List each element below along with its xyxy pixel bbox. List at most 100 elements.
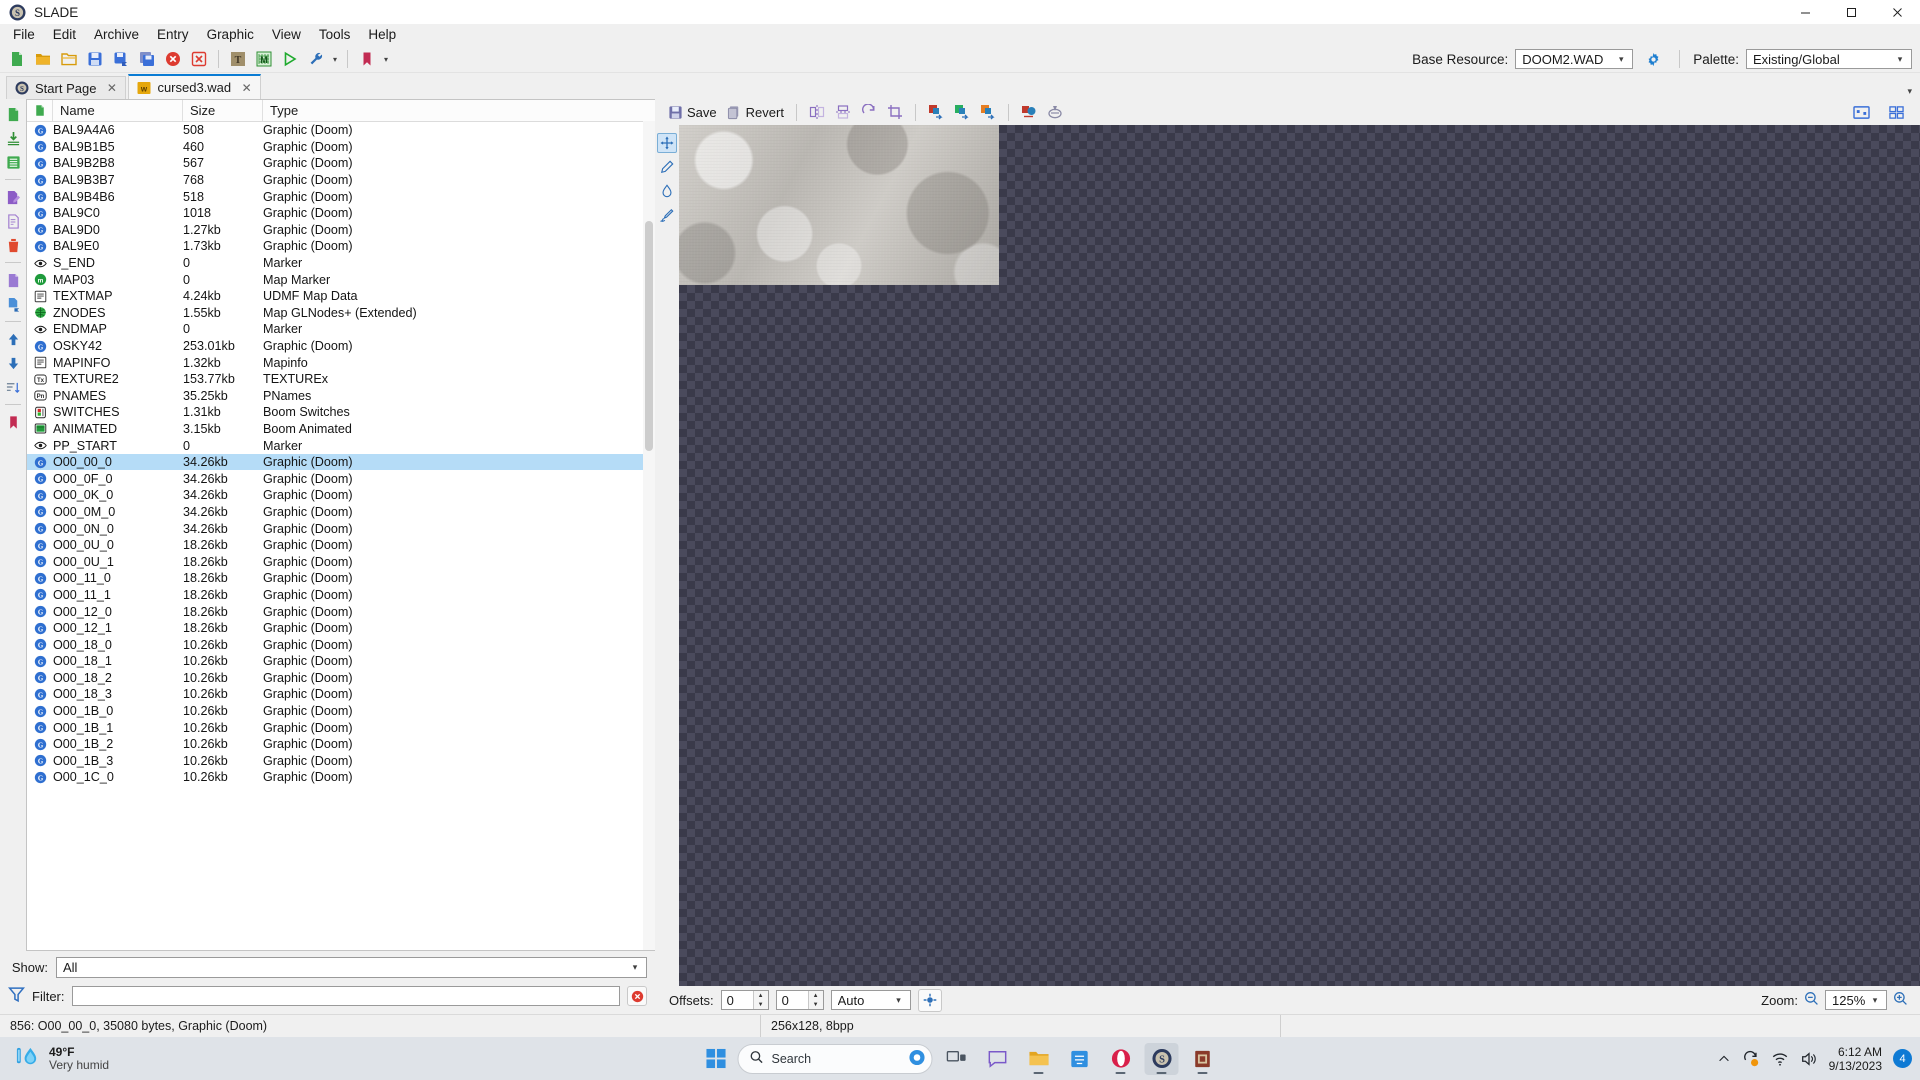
tab-start-page[interactable]: S Start Page ✕ [6,76,127,99]
table-row[interactable]: G BAL9C0 1018 Graphic (Doom) [27,205,655,222]
offset-y-arrows[interactable]: ▲ ▼ [807,991,823,1009]
map-editor-button[interactable]: M [251,47,277,71]
table-row[interactable]: G O00_1B_3 10.26kb Graphic (Doom) [27,753,655,770]
entry-list[interactable]: Name Size Type G BAL9A4A6 508 Graphic (Doom… [26,99,655,951]
windows-update-icon[interactable] [1742,1050,1760,1068]
offset-y-up[interactable]: ▲ [808,991,823,1000]
taskbar-app-opera[interactable] [1104,1043,1138,1075]
table-row[interactable]: G OSKY42 253.01kb Graphic (Doom) [27,338,655,355]
gfx-revert-button[interactable]: Revert [722,101,789,123]
zoom-out-button[interactable] [1804,991,1819,1009]
translate-colours-button[interactable] [1042,101,1068,123]
table-row[interactable]: G O00_11_1 18.26kb Graphic (Doom) [27,587,655,604]
zoom-combo[interactable]: 125% ▾ [1825,990,1887,1010]
table-row[interactable]: G O00_1B_2 10.26kb Graphic (Doom) [27,736,655,753]
convert-format-button[interactable] [975,101,1001,123]
wifi-icon[interactable] [1771,1050,1789,1068]
tab-cursed3-wad[interactable]: w cursed3.wad ✕ [128,74,262,99]
table-row[interactable]: G O00_18_2 10.26kb Graphic (Doom) [27,670,655,687]
preferences-dropdown-caret[interactable]: ▾ [329,47,341,71]
table-row[interactable]: MAPINFO 1.32kb Mapinfo [27,354,655,371]
export-entry-as-button[interactable] [1,293,25,315]
show-combo[interactable]: All ▾ [56,956,647,978]
zoom-in-button[interactable] [1893,991,1908,1009]
taskbar-app-doom-builder[interactable] [1186,1043,1220,1075]
export-entry-button[interactable] [1,269,25,291]
offset-y-spinner[interactable]: 0 ▲ ▼ [775,990,824,1010]
menu-edit[interactable]: Edit [44,25,85,45]
table-row[interactable]: S_END 0 Marker [27,255,655,272]
offset-type-combo[interactable]: Auto ▾ [830,990,911,1010]
filter-clear-button[interactable] [627,986,647,1006]
taskbar-search-box[interactable]: Search [737,1043,933,1074]
copilot-badge-icon[interactable] [909,1049,926,1069]
save-archive-button[interactable] [82,47,108,71]
entry-list-header-icon[interactable] [27,100,53,121]
close-all-archives-button[interactable] [186,47,212,71]
draw-tool-button[interactable] [657,157,677,177]
table-row[interactable]: G O00_1B_0 10.26kb Graphic (Doom) [27,703,655,720]
gfx-canvas[interactable] [679,125,1920,986]
bookmarks-dropdown-caret[interactable]: ▾ [380,47,392,71]
base-resource-settings-button[interactable] [1640,47,1666,71]
table-row[interactable]: ZNODES 1.55kb Map GLNodes+ (Extended) [27,305,655,322]
mirror-horizontal-button[interactable] [804,101,830,123]
entry-list-header-type[interactable]: Type [263,100,655,121]
close-button[interactable] [1874,0,1920,24]
filter-input[interactable] [71,986,620,1006]
offset-x-up[interactable]: ▲ [753,991,768,1000]
entry-list-header-size[interactable]: Size [183,100,263,121]
table-row[interactable]: G BAL9D0 1.27kb Graphic (Doom) [27,222,655,239]
table-row[interactable]: G O00_18_0 10.26kb Graphic (Doom) [27,636,655,653]
taskbar-clock[interactable]: 6:12 AM 9/13/2023 [1829,1045,1882,1073]
bookmarks-button[interactable] [354,47,380,71]
table-row[interactable]: m MAP03 0 Map Marker [27,271,655,288]
table-row[interactable]: G BAL9A4A6 508 Graphic (Doom) [27,122,655,139]
open-archive-button[interactable] [30,47,56,71]
convert-to-png-button[interactable] [949,101,975,123]
close-archive-button[interactable] [160,47,186,71]
delete-entry-button[interactable] [1,234,25,256]
offset-x-spinner[interactable]: 0 ▲ ▼ [720,990,769,1010]
menu-entry[interactable]: Entry [148,25,198,45]
menu-help[interactable]: Help [359,25,405,45]
table-row[interactable]: G BAL9B3B7 768 Graphic (Doom) [27,172,655,189]
mirror-vertical-button[interactable] [830,101,856,123]
minimize-button[interactable] [1782,0,1828,24]
table-row[interactable]: G O00_0U_1 18.26kb Graphic (Doom) [27,553,655,570]
table-row[interactable]: G O00_12_1 18.26kb Graphic (Doom) [27,620,655,637]
tab-cursed3-wad-close[interactable]: ✕ [241,81,252,95]
entry-list-header-name[interactable]: Name [53,100,183,121]
table-row[interactable]: ENDMAP 0 Marker [27,321,655,338]
pan-tool-button[interactable] [657,133,677,153]
toggle-grid-panel-button[interactable] [1883,101,1910,123]
speaker-icon[interactable] [1800,1050,1818,1068]
table-row[interactable]: G O00_12_0 18.26kb Graphic (Doom) [27,603,655,620]
table-row[interactable]: G BAL9B4B6 518 Graphic (Doom) [27,188,655,205]
taskbar-app-store[interactable] [1063,1043,1097,1075]
taskbar-app-file-explorer[interactable] [1022,1043,1056,1075]
taskbar-app-chat[interactable] [981,1043,1015,1075]
taskbar-app-task-view[interactable] [940,1043,974,1075]
menu-view[interactable]: View [263,25,310,45]
menu-graphic[interactable]: Graphic [198,25,263,45]
open-directory-button[interactable] [56,47,82,71]
rotate-button[interactable] [856,101,882,123]
run-archive-button[interactable] [277,47,303,71]
table-row[interactable]: Tx TEXTURE2 153.77kb TEXTUREx [27,371,655,388]
table-row[interactable]: PP_START 0 Marker [27,437,655,454]
notification-badge[interactable]: 4 [1893,1049,1912,1068]
entry-list-rows[interactable]: G BAL9A4A6 508 Graphic (Doom) G BAL9B1B5 460 Gr… [27,122,655,950]
convert-to-doom-gfx-button[interactable] [923,101,949,123]
table-row[interactable]: G O00_0F_0 34.26kb Graphic (Doom) [27,470,655,487]
entry-list-scrollbar-thumb[interactable] [645,221,653,451]
taskbar-app-slade[interactable]: S [1144,1042,1179,1075]
import-entry-button[interactable] [1,127,25,149]
tab-start-page-close[interactable]: ✕ [106,81,117,95]
move-entry-up-button[interactable] [1,328,25,350]
table-row[interactable]: G O00_0M_0 34.26kb Graphic (Doom) [27,504,655,521]
bookmark-entry-button[interactable] [1,411,25,433]
offset-aim-button[interactable] [917,988,942,1012]
table-row[interactable]: G O00_0N_0 34.26kb Graphic (Doom) [27,520,655,537]
tab-strip-chevron-down-icon[interactable]: ▾ [1907,86,1912,97]
